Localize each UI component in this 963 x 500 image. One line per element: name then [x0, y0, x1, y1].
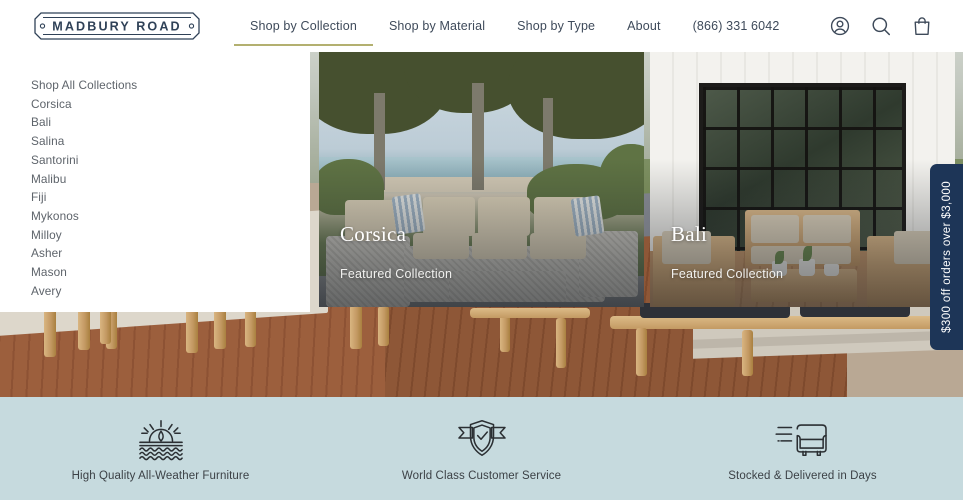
- dropdown-link-malibu[interactable]: Malibu: [31, 170, 310, 189]
- brand-logo[interactable]: MADBURY ROAD: [31, 9, 203, 43]
- nav-item-label: Shop by Type: [517, 19, 596, 33]
- featured-card-title: Corsica: [340, 222, 407, 246]
- armchair-speed-icon: [774, 424, 827, 457]
- trust-item-label: Stocked & Delivered in Days: [728, 470, 877, 482]
- dropdown-link-asher[interactable]: Asher: [31, 244, 310, 263]
- dropdown-link-milloy[interactable]: Milloy: [31, 226, 310, 245]
- hero-furniture-leg: [186, 305, 198, 353]
- dropdown-link-santorini[interactable]: Santorini: [31, 151, 310, 170]
- trust-item-label: World Class Customer Service: [401, 470, 562, 482]
- promo-side-tab[interactable]: $300 off orders over $3,000: [930, 164, 963, 350]
- site-header: MADBURY ROAD Shop by Collection Shop by …: [0, 0, 963, 52]
- nav-item-label: Shop by Collection: [250, 19, 357, 33]
- dropdown-link-avery[interactable]: Avery: [31, 282, 310, 301]
- page-root: High Quality All-Weather Furniture World…: [0, 0, 963, 500]
- dropdown-link-mykonos[interactable]: Mykonos: [31, 207, 310, 226]
- trust-bar: High Quality All-Weather Furniture World…: [0, 397, 963, 500]
- trust-item-delivery: Stocked & Delivered in Days: [642, 415, 963, 482]
- dropdown-link-mason[interactable]: Mason: [31, 263, 310, 282]
- shop-by-collection-dropdown: Shop All Collections Corsica Bali Salina…: [0, 52, 963, 312]
- featured-card-subtitle: Featured Collection: [671, 267, 784, 281]
- trust-item-quality: High Quality All-Weather Furniture: [0, 415, 321, 482]
- nav-item-label: (866) 331 6042: [692, 19, 780, 33]
- brand-name: MADBURY ROAD: [52, 20, 181, 34]
- main-nav: Shop by Collection Shop by Material Shop…: [234, 0, 795, 52]
- dropdown-link-fiji[interactable]: Fiji: [31, 188, 310, 207]
- account-icon[interactable]: [829, 15, 851, 37]
- hero-furniture-leg: [44, 305, 56, 357]
- dropdown-link-corsica[interactable]: Corsica: [31, 95, 310, 114]
- search-icon[interactable]: [870, 15, 892, 37]
- trust-item-service: World Class Customer Service: [321, 415, 642, 482]
- hero-furniture-leg: [636, 328, 647, 376]
- featured-card-title: Bali: [671, 222, 708, 246]
- hero-furniture-leg: [742, 330, 753, 376]
- shopping-bag-icon[interactable]: [911, 15, 933, 37]
- dropdown-featured-cards: Corsica Featured Collection Bali Feature…: [310, 52, 963, 312]
- featured-card-corsica[interactable]: Corsica Featured Collection: [319, 52, 644, 307]
- hero-furniture-leg: [556, 318, 566, 368]
- nav-item-phone[interactable]: (866) 331 6042: [677, 0, 796, 52]
- nav-item-label: Shop by Material: [388, 19, 486, 33]
- street-sign-plaque-icon: MADBURY ROAD: [34, 12, 200, 40]
- hero-furniture-leg: [378, 306, 389, 346]
- promo-side-tab-label: $300 off orders over $3,000: [940, 181, 953, 333]
- nav-item-about[interactable]: About: [611, 0, 676, 52]
- trust-item-label: High Quality All-Weather Furniture: [71, 470, 250, 482]
- header-icon-group: [829, 15, 933, 37]
- dropdown-link-bali[interactable]: Bali: [31, 113, 310, 132]
- sun-over-waves-icon: [138, 419, 183, 461]
- featured-card-subtitle: Featured Collection: [340, 267, 453, 281]
- nav-item-shop-by-type[interactable]: Shop by Type: [501, 0, 611, 52]
- dropdown-link-list: Shop All Collections Corsica Bali Salina…: [0, 52, 310, 312]
- nav-item-label: About: [627, 19, 661, 33]
- nav-item-shop-by-material[interactable]: Shop by Material: [373, 0, 501, 52]
- dropdown-link-salina[interactable]: Salina: [31, 132, 310, 151]
- dropdown-link-shop-all[interactable]: Shop All Collections: [31, 76, 310, 95]
- nav-item-shop-by-collection[interactable]: Shop by Collection: [234, 0, 373, 52]
- featured-card-bali[interactable]: Bali Featured Collection: [650, 52, 955, 307]
- shield-check-ribbon-icon: [457, 419, 506, 457]
